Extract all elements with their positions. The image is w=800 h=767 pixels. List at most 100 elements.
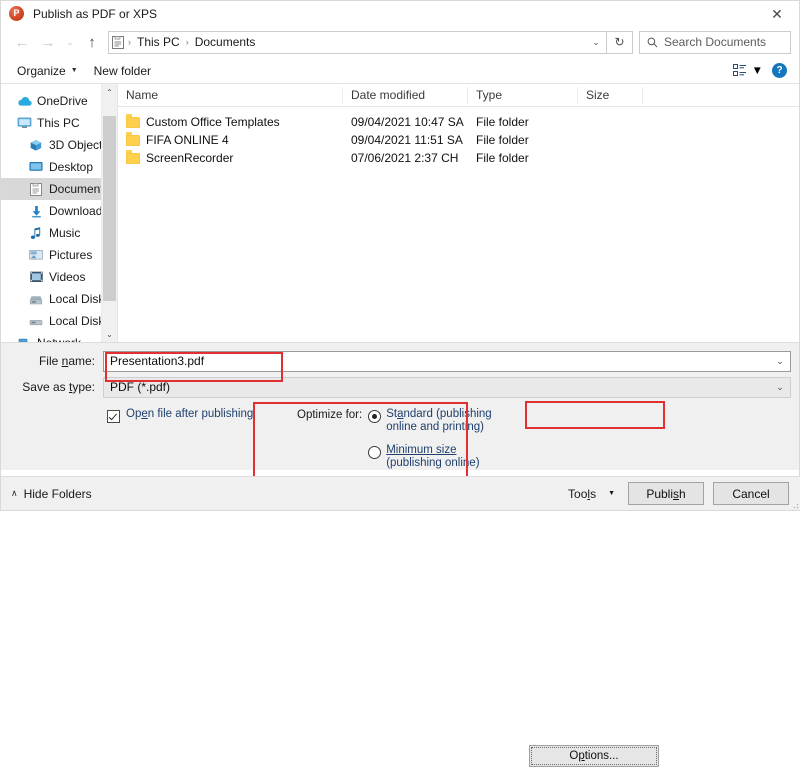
radio-standard[interactable]: Standard (publishing online and printing… — [368, 408, 492, 434]
column-header-date-modified[interactable]: Date modified — [343, 86, 468, 104]
checkbox-indicator[interactable] — [107, 410, 120, 423]
cancel-button[interactable]: Cancel — [713, 482, 789, 505]
file-name-input[interactable]: Presentation3.pdf ⌄ — [103, 350, 791, 372]
column-label: Date modified — [351, 88, 426, 102]
search-box[interactable]: Search Documents — [639, 30, 791, 54]
pictures-icon — [27, 247, 45, 263]
options-button[interactable]: Op tions... — [529, 745, 659, 767]
file-size-cell — [578, 131, 643, 149]
file-date-cell: 07/06/2021 2:37 CH — [351, 151, 459, 165]
chevron-down-icon[interactable]: ▼ — [752, 65, 763, 77]
scroll-down-icon[interactable]: ⌄ — [102, 326, 117, 342]
table-row[interactable]: ScreenRecorder 07/06/2021 2:37 CH File f… — [118, 149, 799, 167]
save-as-type-row: Save as type: PDF (*.pdf) ⌄ — [1, 376, 799, 398]
file-name-label-post: ame: — [68, 354, 95, 368]
resize-grip[interactable] — [789, 499, 799, 509]
address-bar[interactable]: › This PC › Documents ⌄ — [108, 30, 607, 54]
tools-label: Tools — [568, 487, 596, 501]
sidebar-item-documents[interactable]: Documents — [1, 178, 117, 200]
network-icon — [15, 335, 33, 342]
column-header-name[interactable]: Name — [118, 86, 343, 104]
file-name-text: FIFA ONLINE 4 — [146, 133, 229, 147]
label-pre: Publi — [646, 486, 673, 501]
sidebar-item-videos[interactable]: Videos — [1, 266, 117, 288]
save-type-label-post: ype: — [72, 380, 95, 394]
hide-folders-button[interactable]: ∧ Hide Folders — [1, 487, 92, 501]
sidebar-item-onedrive[interactable]: OneDrive — [1, 90, 117, 112]
label-post: tions... — [584, 750, 619, 762]
help-icon[interactable]: ? — [772, 63, 787, 78]
sidebar-item-3d-objects[interactable]: 3D Objects — [1, 134, 117, 156]
file-size-cell — [578, 113, 643, 131]
tools-button[interactable]: Tools ▼ — [568, 487, 619, 501]
refresh-icon[interactable]: ↻ — [607, 30, 633, 54]
disk-icon — [27, 313, 45, 329]
column-label: Size — [586, 88, 610, 102]
save-as-type-label: Save as type: — [1, 380, 103, 394]
chevron-down-icon[interactable]: ⌄ — [770, 356, 790, 367]
radio-standard-label: Standard (publishing online and printing… — [386, 408, 492, 434]
navigation-pane: OneDrive This PC 3D Objects Desktop Docu — [1, 84, 117, 342]
sidebar-item-label: Pictures — [49, 248, 93, 262]
column-header-size[interactable]: Size — [578, 86, 643, 104]
table-row[interactable]: Custom Office Templates 09/04/2021 10:47… — [118, 113, 799, 131]
radio-minimum-size[interactable]: Minimum size (publishing online) — [368, 444, 492, 470]
breadcrumb-this-pc[interactable]: This PC — [132, 35, 185, 49]
scrollbar-thumb[interactable] — [103, 116, 116, 301]
column-label: Name — [126, 88, 159, 102]
file-name-cell: Custom Office Templates — [118, 113, 343, 131]
documents-folder-icon — [109, 32, 127, 53]
new-folder-button[interactable]: New folder — [86, 60, 159, 82]
sidebar-item-network[interactable]: Network — [1, 332, 117, 342]
sidebar-item-label: 3D Objects — [49, 138, 109, 152]
file-type-cell: File folder — [476, 115, 529, 129]
breadcrumb-documents[interactable]: Documents — [190, 35, 261, 49]
forward-icon[interactable]: → — [35, 29, 61, 55]
save-as-type-select[interactable]: PDF (*.pdf) ⌄ — [103, 376, 791, 398]
recent-locations-icon[interactable]: ⌄ — [61, 29, 79, 55]
organize-button[interactable]: Organize ▼ — [9, 60, 86, 82]
open-file-after-publishing-checkbox[interactable]: Open file after publishing — [107, 408, 257, 470]
search-input[interactable]: Search Documents — [664, 35, 766, 49]
window-title: Publish as PDF or XPS — [33, 6, 158, 21]
navigation-scrollbar[interactable]: ⌃ ⌄ — [101, 84, 117, 342]
music-note-icon — [27, 225, 45, 241]
sidebar-item-downloads[interactable]: Downloads — [1, 200, 117, 222]
file-name-label: File name: — [1, 354, 103, 368]
open-file-after-publishing-label: Open file after publishing — [126, 408, 253, 421]
label-pre: Op — [126, 408, 142, 420]
radio-indicator[interactable] — [368, 446, 382, 459]
column-header-type[interactable]: Type — [468, 86, 578, 104]
up-icon[interactable]: ↑ — [79, 29, 105, 55]
sidebar-item-local-disk-d[interactable]: Local Disk (D:) — [1, 310, 117, 332]
file-list-pane: Name Date modified Type Size Custom Offi… — [117, 84, 799, 342]
navigation-bar: ← → ⌄ ↑ › This PC › Documents ⌄ ↻ Search… — [1, 26, 799, 58]
back-icon[interactable]: ← — [9, 29, 35, 55]
label-pre: O — [569, 750, 579, 762]
publish-button[interactable]: Publi s h — [628, 482, 704, 505]
column-headers: Name Date modified Type Size — [118, 84, 799, 107]
cube-icon — [27, 137, 45, 153]
sidebar-item-music[interactable]: Music — [1, 222, 117, 244]
sidebar-item-label: OneDrive — [37, 94, 88, 108]
sidebar-item-local-disk-c[interactable]: Local Disk (C:) — [1, 288, 117, 310]
close-icon[interactable]: ✕ — [755, 1, 799, 26]
sidebar-item-pictures[interactable]: Pictures — [1, 244, 117, 266]
change-view-button[interactable]: ▼ — [730, 64, 766, 77]
command-bar-right: ▼ ? — [730, 63, 791, 78]
sidebar-item-desktop[interactable]: Desktop — [1, 156, 117, 178]
chevron-down-icon[interactable]: ⌄ — [770, 382, 790, 393]
file-name-row: File name: Presentation3.pdf ⌄ — [1, 350, 799, 372]
label-post: inimum size — [395, 444, 457, 456]
label-pre: St — [386, 408, 398, 420]
table-row[interactable]: FIFA ONLINE 4 09/04/2021 11:51 SA File f… — [118, 131, 799, 149]
sidebar-item-this-pc[interactable]: This PC — [1, 112, 117, 134]
hide-folders-label: Hide Folders — [23, 486, 92, 501]
sidebar-item-label: Downloads — [49, 204, 109, 218]
access-key: M — [386, 444, 396, 456]
file-type-cell: File folder — [476, 151, 529, 165]
address-dropdown-icon[interactable]: ⌄ — [586, 37, 606, 48]
videos-icon — [27, 269, 45, 285]
scroll-up-icon[interactable]: ⌃ — [102, 84, 117, 100]
radio-indicator[interactable] — [368, 410, 382, 423]
